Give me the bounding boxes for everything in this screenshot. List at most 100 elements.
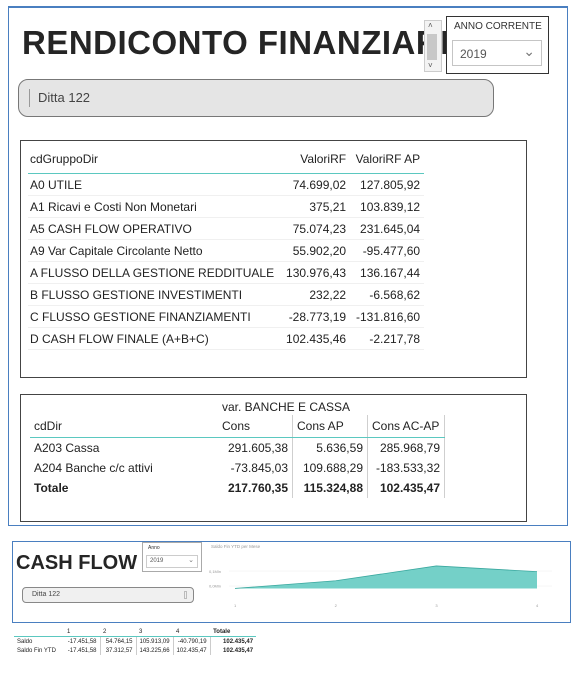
chevron-down-icon[interactable]: ⌄	[523, 43, 535, 60]
col-header-valorirf[interactable]: ValoriRF	[278, 149, 351, 174]
table-row[interactable]: A204 Banche c/c attivi -73.845,03 109.68…	[30, 458, 445, 478]
col-header-1[interactable]: 1	[64, 627, 100, 637]
company-filter[interactable]: Ditta 122	[18, 79, 494, 117]
chart-title: Saldo Fin YTD per Mese	[211, 544, 261, 549]
table-row[interactable]: A FLUSSO DELLA GESTIONE REDDITUALE 130.97…	[28, 261, 425, 284]
row-value: -17.451,58	[64, 636, 101, 646]
row-value: -17.451,58	[64, 646, 101, 655]
col-header-2[interactable]: 2	[100, 627, 136, 637]
title-scrollbar[interactable]: ˄ ˅	[424, 20, 442, 72]
col-header-cons-ap[interactable]: Cons AP	[292, 415, 368, 438]
row-value: 102.435,47	[173, 646, 211, 655]
col-header-3[interactable]: 3	[136, 627, 174, 637]
year-dropdown-value: 2019	[460, 47, 487, 61]
cash-flow-year-value: 2019	[150, 558, 164, 564]
bank-table: var. BANCHE E CASSA cdDir Cons Cons AP C…	[30, 399, 445, 498]
table-row[interactable]: Saldo Fin YTD -17.451,58 37.312,57 143.2…	[14, 646, 256, 655]
rf-table-visual: cdGruppoDir ValoriRF ValoriRF AP A0 UTIL…	[20, 140, 527, 378]
row-value: 74.699,02	[278, 173, 351, 196]
chevron-down-icon[interactable]: ⌄	[188, 556, 194, 564]
row-value: -28.773,19	[278, 305, 351, 328]
row-value-ap: -131.816,60	[350, 305, 425, 328]
cash-flow-year-dropdown[interactable]: 2019 ⌄	[146, 555, 198, 568]
table-row[interactable]: A1 Ricavi e Costi Non Monetari 375,21 103.…	[28, 195, 425, 218]
scroll-down-icon[interactable]: ˅	[428, 61, 433, 70]
cash-flow-year-slicer: Anno 2019 ⌄	[142, 542, 202, 572]
total-cons: 217.760,35	[218, 478, 293, 498]
scroll-up-icon[interactable]: ˄	[428, 21, 433, 30]
row-label: D CASH FLOW FINALE (A+B+C)	[28, 327, 279, 350]
x-tick-label: 4	[536, 603, 539, 608]
row-total: 102.435,47	[223, 647, 254, 654]
row-label: A203 Cassa	[34, 441, 100, 455]
page-title: RENDICONTO FINANZIARIO	[22, 24, 477, 61]
y-tick-label: 0,1Mln	[209, 569, 221, 574]
saldo-fin-ytd-chart: Saldo Fin YTD per Mese 0,1Mln 0,0Mln 1 2 3 4	[209, 544, 552, 608]
rf-table-header: cdGruppoDir ValoriRF ValoriRF AP	[28, 149, 425, 174]
row-value: 37.312,57	[100, 646, 137, 655]
row-value: 232,22	[278, 283, 351, 306]
company-filter-label: Ditta 122	[38, 90, 91, 105]
row-label: C FLUSSO GESTIONE FINANZIAMENTI	[28, 305, 279, 328]
row-label: Saldo	[17, 638, 33, 645]
table-row[interactable]: D CASH FLOW FINALE (A+B+C) 102.435,46 -2.2…	[28, 327, 425, 350]
group-header-banche-cassa: var. BANCHE E CASSA	[222, 400, 351, 414]
row-cons-ap: 109.688,29	[292, 458, 368, 478]
table-row[interactable]: Saldo -17.451,58 54.764,15 105.913,09 -4…	[14, 636, 256, 646]
row-label: Saldo Fin YTD	[17, 647, 56, 654]
col-header-totale[interactable]: Totale	[210, 627, 257, 637]
col-header-4[interactable]: 4	[173, 627, 211, 637]
row-cons-ap: 5.636,59	[292, 437, 368, 458]
row-value: 130.976,43	[278, 261, 351, 284]
col-header-cons-ac-ap[interactable]: Cons AC-AP	[367, 415, 445, 438]
table-row[interactable]: B FLUSSO GESTIONE INVESTIMENTI 232,22 -6.5…	[28, 283, 425, 306]
row-total: 102.435,47	[223, 638, 254, 645]
cash-flow-year-label: Anno	[148, 545, 160, 551]
rf-table: cdGruppoDir ValoriRF ValoriRF AP A0 UTIL…	[28, 149, 425, 350]
cash-flow-table: 1 2 3 4 Totale Saldo -17.451,58 54.764,1…	[14, 627, 257, 655]
x-tick-label: 3	[435, 603, 438, 608]
col-header-blank	[14, 627, 64, 637]
bank-table-header: cdDir Cons Cons AP Cons AC-AP	[30, 415, 445, 438]
col-header-cons[interactable]: Cons	[218, 415, 293, 438]
row-value-ap: 127.805,92	[350, 173, 425, 196]
table-row[interactable]: C FLUSSO GESTIONE FINANZIAMENTI -28.773,1…	[28, 305, 425, 328]
filter-divider	[29, 89, 30, 107]
row-label: A204 Banche c/c attivi	[34, 461, 153, 475]
year-dropdown[interactable]: 2019 ⌄	[452, 40, 542, 66]
row-label: A FLUSSO DELLA GESTIONE REDDITUALE	[28, 261, 279, 284]
row-value: 75.074,23	[278, 217, 351, 240]
row-cons-ac-ap: 285.968,79	[367, 437, 445, 458]
scroll-thumb[interactable]	[427, 34, 437, 60]
col-header-cddir[interactable]: cdDir	[30, 415, 218, 438]
cash-flow-table-header: 1 2 3 4 Totale	[14, 627, 257, 637]
row-value: 143.225,66	[136, 646, 174, 655]
row-label: A0 UTILE	[28, 173, 279, 196]
table-row[interactable]: A203 Cassa 291.605,38 5.636,59 285.968,7…	[30, 437, 445, 458]
year-slicer: ANNO CORRENTE 2019 ⌄	[446, 16, 549, 74]
row-value: 105.913,09	[136, 636, 174, 646]
row-value-ap: -2.217,78	[350, 327, 425, 350]
row-value: 102.435,46	[278, 327, 351, 350]
bank-table-visual: var. BANCHE E CASSA cdDir Cons Cons AP C…	[20, 394, 527, 522]
total-row[interactable]: Totale 217.760,35 115.324,88 102.435,47	[30, 478, 445, 498]
col-header-valorirf-ap[interactable]: ValoriRF AP	[350, 149, 425, 174]
row-label: A9 Var Capitale Circolante Netto	[28, 239, 279, 262]
table-row[interactable]: A9 Var Capitale Circolante Netto 55.902,2…	[28, 239, 425, 262]
row-label: A5 CASH FLOW OPERATIVO	[28, 217, 279, 240]
row-value-ap: 103.839,12	[350, 195, 425, 218]
row-label: A1 Ricavi e Costi Non Monetari	[28, 195, 279, 218]
col-header-cdgruppodir[interactable]: cdGruppoDir	[28, 149, 279, 174]
total-cons-ac-ap: 102.435,47	[367, 478, 445, 498]
row-cons: -73.845,03	[218, 458, 293, 478]
row-value: 375,21	[278, 195, 351, 218]
total-cons-ap: 115.324,88	[292, 478, 368, 498]
cash-flow-company-filter[interactable]: Ditta 122	[22, 587, 194, 603]
row-value: -40.790,19	[173, 636, 211, 646]
row-value-ap: -6.568,62	[350, 283, 425, 306]
row-value: 54.764,15	[100, 636, 137, 646]
row-label: B FLUSSO GESTIONE INVESTIMENTI	[28, 283, 279, 306]
cash-flow-title: CASH FLOW	[16, 552, 138, 574]
table-row[interactable]: A5 CASH FLOW OPERATIVO 75.074,23 231.645,0…	[28, 217, 425, 240]
table-row[interactable]: A0 UTILE 74.699,02 127.805,92	[28, 173, 425, 196]
